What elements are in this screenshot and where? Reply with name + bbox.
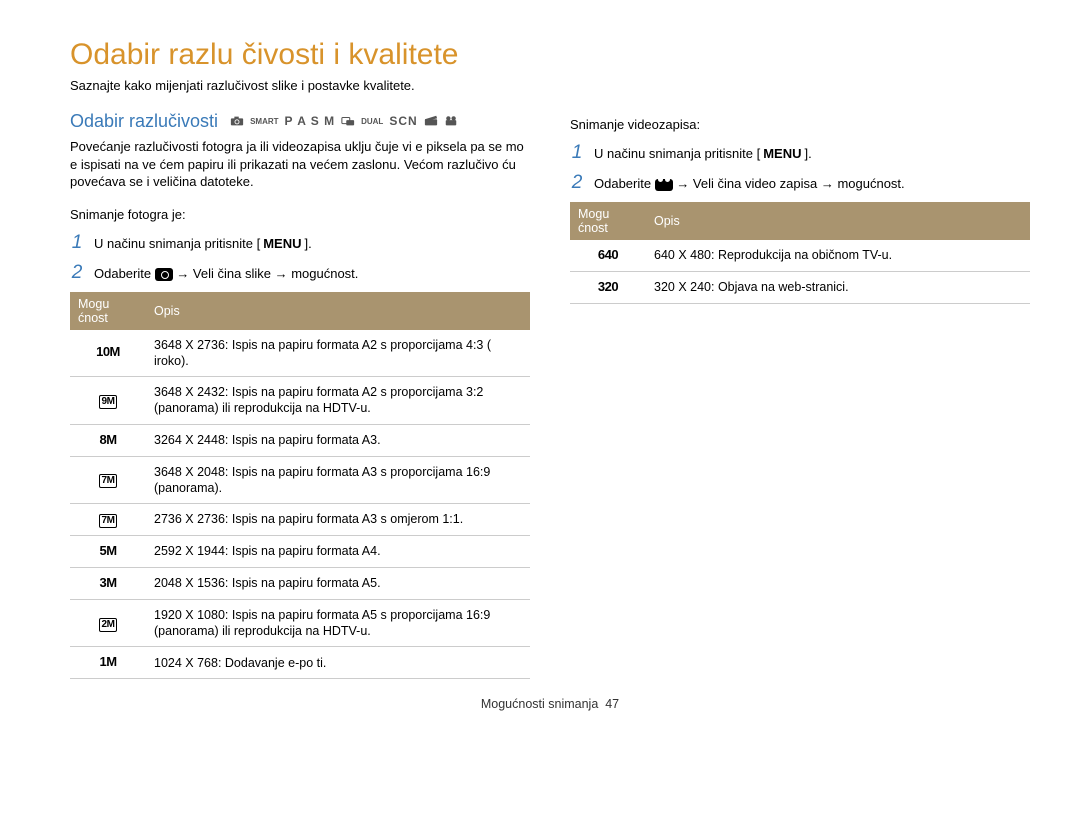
resolution-icon: 8M: [99, 432, 116, 449]
resolution-desc: 2048 X 1536: Ispis na papiru formata A5.: [146, 567, 530, 599]
table-row: 2M 1920 X 1080: Ispis na papiru formata A…: [70, 599, 530, 647]
resolution-desc: 3648 X 2736: Ispis na papiru formata A2 …: [146, 330, 530, 377]
step-text: U načinu snimanja pritisnite [MENU].: [594, 146, 812, 161]
mode-pasm: P A S M: [285, 114, 336, 128]
resolution-icon-cell: 5M: [70, 536, 146, 568]
left-column: Odabir razlučivosti SMART P A S M DUAL S…: [70, 111, 530, 679]
resolution-desc: 1024 X 768: Dodavanje e-po ti.: [146, 647, 530, 679]
content-columns: Odabir razlučivosti SMART P A S M DUAL S…: [70, 111, 1030, 679]
col-option: Mogu ćnost: [570, 202, 646, 240]
mode-smart: SMART: [250, 117, 278, 126]
intro-text: Saznajte kako mijenjati razlučivost slik…: [70, 78, 1030, 93]
resolution-icon: 7M: [99, 514, 118, 528]
resolution-desc: 2592 X 1944: Ispis na papiru formata A4.: [146, 536, 530, 568]
video-res-icon: 320: [570, 271, 646, 303]
video-icon: [655, 179, 673, 191]
table-row: 3M 2048 X 1536: Ispis na papiru formata A…: [70, 567, 530, 599]
camera-icon: [155, 268, 173, 281]
video-res-icon: 640: [570, 240, 646, 271]
step-text: U načinu snimanja pritisnite [MENU].: [94, 236, 312, 251]
resolution-desc: 3648 X 2048: Ispis na papiru formata A3 …: [146, 456, 530, 504]
resolution-desc: 3264 X 2448: Ispis na papiru formata A3.: [146, 424, 530, 456]
step-text: Odaberite → Veli čina slike → mogućnost.: [94, 266, 358, 281]
step-number: 1: [70, 232, 84, 254]
photo-step-1: 1 U načinu snimanja pritisnite [MENU].: [70, 232, 530, 254]
video-step-1: 1 U načinu snimanja pritisnite [MENU].: [570, 142, 1030, 164]
table-row: 7M 2736 X 2736: Ispis na papiru formata A…: [70, 504, 530, 536]
mode-scn: SCN: [389, 114, 417, 128]
subheading-row: Odabir razlučivosti SMART P A S M DUAL S…: [70, 111, 530, 132]
resolution-icon: 10M: [96, 344, 120, 361]
resolution-paragraph: Povećanje razlučivosti fotogra ja ili vi…: [70, 138, 530, 191]
resolution-icon-cell: 7M: [70, 456, 146, 504]
step-number: 2: [70, 262, 84, 284]
camera-mode-icon: [230, 114, 244, 128]
menu-label: MENU: [760, 146, 804, 161]
table-row: 10M 3648 X 2736: Ispis na papiru formata …: [70, 330, 530, 377]
resolution-icon-cell: 7M: [70, 504, 146, 536]
resolution-icon: 2M: [99, 618, 118, 632]
resolution-desc: 1920 X 1080: Ispis na papiru formata A5 …: [146, 599, 530, 647]
subheading: Odabir razlučivosti: [70, 111, 218, 132]
step1-post: ].: [804, 146, 811, 161]
video-size-table: Mogu ćnost Opis 640640 X 480: Reprodukci…: [570, 202, 1030, 304]
resolution-icon: 1M: [99, 654, 116, 671]
step2-mid: → Veli čina video zapisa → mogućnost.: [673, 176, 905, 191]
photo-section-label: Snimanje fotogra je:: [70, 207, 530, 222]
table-row: 7M 3648 X 2048: Ispis na papiru formata A…: [70, 456, 530, 504]
footer-page-number: 47: [605, 697, 619, 711]
mode-dual: DUAL: [361, 117, 383, 126]
photo-step-2: 2 Odaberite → Veli čina slike → mogućnos…: [70, 262, 530, 284]
video-section-label: Snimanje videozapisa:: [570, 117, 1030, 132]
resolution-desc: 3648 X 2432: Ispis na papiru formata A2 …: [146, 377, 530, 425]
resolution-icon-cell: 3M: [70, 567, 146, 599]
table-row: 8M 3264 X 2448: Ispis na papiru formata A…: [70, 424, 530, 456]
table-row: 9M 3648 X 2432: Ispis na papiru formata A…: [70, 377, 530, 425]
right-column: Snimanje videozapisa: 1 U načinu snimanj…: [570, 111, 1030, 679]
resolution-icon: 3M: [99, 575, 116, 592]
resolution-icon: 5M: [99, 543, 116, 560]
video-res-desc: 320 X 240: Objava na web-stranici.: [646, 271, 1030, 303]
resolution-icon: 7M: [99, 474, 118, 488]
table-row: 1M 1024 X 768: Dodavanje e-po ti.: [70, 647, 530, 679]
step2-pre: Odaberite: [594, 176, 655, 191]
col-desc: Opis: [646, 202, 1030, 240]
photo-size-table: Mogu ćnost Opis 10M 3648 X 2736: Ispis na…: [70, 292, 530, 680]
step1-post: ].: [304, 236, 311, 251]
table-row: 640640 X 480: Reprodukcija na običnom TV…: [570, 240, 1030, 271]
resolution-desc: 2736 X 2736: Ispis na papiru formata A3 …: [146, 504, 530, 536]
page-footer: Mogućnosti snimanja 47: [70, 697, 1030, 711]
step2-pre: Odaberite: [94, 266, 155, 281]
resolution-icon-cell: 8M: [70, 424, 146, 456]
footer-section: Mogućnosti snimanja: [481, 697, 598, 711]
video-res-desc: 640 X 480: Reprodukcija na običnom TV-u.: [646, 240, 1030, 271]
step2-mid: → Veli čina slike → mogućnost.: [173, 266, 359, 281]
step-number: 2: [570, 172, 584, 194]
step1-pre: U načinu snimanja pritisnite [: [94, 236, 260, 251]
resolution-icon: 9M: [99, 395, 118, 409]
col-option: Mogu ćnost: [70, 292, 146, 330]
table-row: 320320 X 240: Objava na web-stranici.: [570, 271, 1030, 303]
resolution-icon-cell: 10M: [70, 330, 146, 377]
table-row: 5M 2592 X 1944: Ispis na papiru formata A…: [70, 536, 530, 568]
resolution-icon-cell: 1M: [70, 647, 146, 679]
video-mode-icon: [444, 114, 458, 128]
video-step-2: 2 Odaberite → Veli čina video zapisa → m…: [570, 172, 1030, 194]
resolution-icon-cell: 9M: [70, 377, 146, 425]
col-desc: Opis: [146, 292, 530, 330]
menu-label: MENU: [260, 236, 304, 251]
page-title: Odabir razlu čivosti i kvalitete: [70, 38, 1030, 72]
dual-mode-icon: [341, 114, 355, 128]
mode-icon-strip: SMART P A S M DUAL SCN: [230, 114, 458, 128]
step-text: Odaberite → Veli čina video zapisa → mog…: [594, 176, 905, 191]
step-number: 1: [570, 142, 584, 164]
resolution-icon-cell: 2M: [70, 599, 146, 647]
clapper-icon: [424, 114, 438, 128]
step1-pre: U načinu snimanja pritisnite [: [594, 146, 760, 161]
